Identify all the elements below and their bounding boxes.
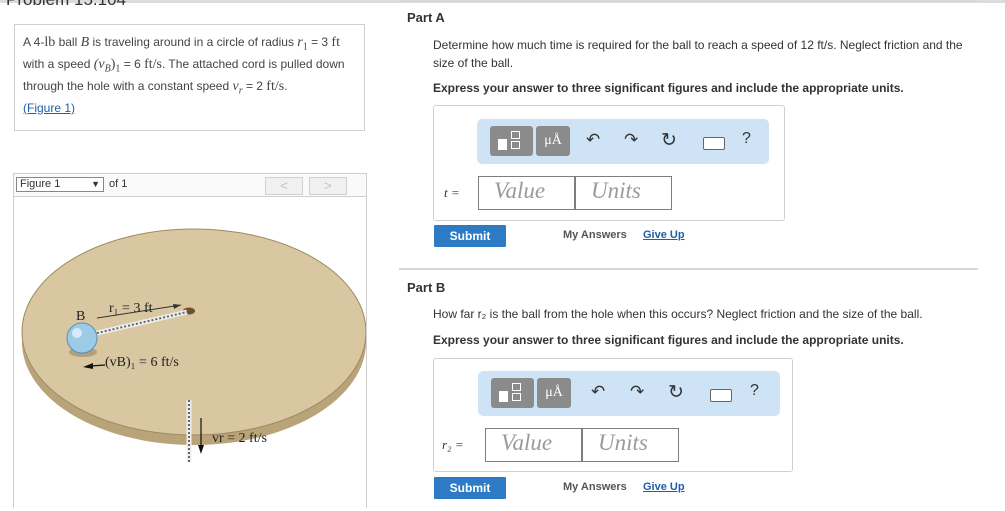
- next-figure-button[interactable]: >: [309, 177, 347, 195]
- label-vr: vr = 2 ft/s: [212, 431, 267, 446]
- units-mu-icon[interactable]: μÅ: [536, 126, 570, 156]
- part-b-question: How far r₂ is the ball from the hole whe…: [433, 307, 923, 321]
- part-a-give-up-link[interactable]: Give Up: [643, 229, 685, 241]
- figure-area: B r₁ = 3 ft (vB)₁ = 6 ft/s vr = 2 ft/s: [13, 197, 367, 508]
- label-r1: r₁ = 3 ft: [109, 301, 153, 316]
- part-b-give-up-link[interactable]: Give Up: [643, 481, 685, 493]
- ball-highlight: [72, 328, 82, 338]
- undo-icon[interactable]: ↶: [591, 382, 605, 402]
- dropdown-caret-icon: ▼: [91, 179, 100, 189]
- part-a-instruction: Express your answer to three significant…: [433, 81, 904, 95]
- redo-icon[interactable]: ↷: [624, 130, 638, 150]
- part-a-separator: [399, 0, 978, 2]
- part-b-units-input[interactable]: Units: [582, 428, 679, 462]
- part-b-header: Part B: [407, 280, 446, 295]
- units-mu-icon[interactable]: μÅ: [537, 378, 571, 408]
- problem-title: Problem 15.104: [6, 0, 126, 10]
- part-a-toolbar: μÅ ↶ ↷ ↻ ?: [477, 119, 769, 164]
- part-b-my-answers-link[interactable]: My Answers: [563, 481, 627, 493]
- part-b-value-input[interactable]: Value: [485, 428, 582, 462]
- label-vb: (vB)₁ = 6 ft/s: [105, 355, 179, 370]
- help-icon[interactable]: ?: [750, 382, 759, 400]
- part-b-separator: [399, 268, 978, 270]
- keyboard-icon[interactable]: [703, 137, 725, 150]
- prev-figure-button[interactable]: <: [265, 177, 303, 195]
- part-a-question: Determine how much time is required for …: [433, 38, 963, 70]
- part-a-header: Part A: [407, 10, 445, 25]
- problem-statement: A 4-lb ball B is traveling around in a c…: [23, 35, 345, 115]
- ball: [66, 322, 98, 354]
- part-a-units-input[interactable]: Units: [575, 176, 672, 210]
- part-a-submit-button[interactable]: Submit: [434, 225, 506, 247]
- part-b-variable-label: r₂ =: [442, 437, 464, 452]
- part-b-answer-box: μÅ ↶ ↷ ↻ ? r₂ = Value Units: [433, 358, 793, 472]
- part-b-instruction: Express your answer to three significant…: [433, 333, 904, 347]
- part-b-submit-button[interactable]: Submit: [434, 477, 506, 499]
- reset-icon[interactable]: ↻: [668, 381, 684, 404]
- figure-1-diagram: B r₁ = 3 ft (vB)₁ = 6 ft/s vr = 2 ft/s: [21, 228, 367, 462]
- templates-icon[interactable]: [490, 126, 533, 156]
- redo-icon[interactable]: ↷: [630, 382, 644, 402]
- help-icon[interactable]: ?: [742, 130, 751, 148]
- part-a-variable-label: t =: [444, 185, 460, 200]
- part-b-toolbar: μÅ ↶ ↷ ↻ ?: [478, 371, 780, 416]
- figure-select[interactable]: Figure 1 ▼: [16, 177, 104, 192]
- label-b: B: [76, 309, 85, 324]
- vr-arrowhead: [198, 445, 204, 454]
- part-a-value-input[interactable]: Value: [478, 176, 575, 210]
- keyboard-icon[interactable]: [710, 389, 732, 402]
- part-a-my-answers-link[interactable]: My Answers: [563, 229, 627, 241]
- part-a-answer-box: μÅ ↶ ↷ ↻ ? t = Value Units: [433, 105, 785, 221]
- undo-icon[interactable]: ↶: [586, 130, 600, 150]
- figure-link[interactable]: (Figure 1): [23, 101, 75, 115]
- figure-count-label: of 1: [109, 178, 128, 190]
- reset-icon[interactable]: ↻: [661, 129, 677, 152]
- templates-icon[interactable]: [491, 378, 534, 408]
